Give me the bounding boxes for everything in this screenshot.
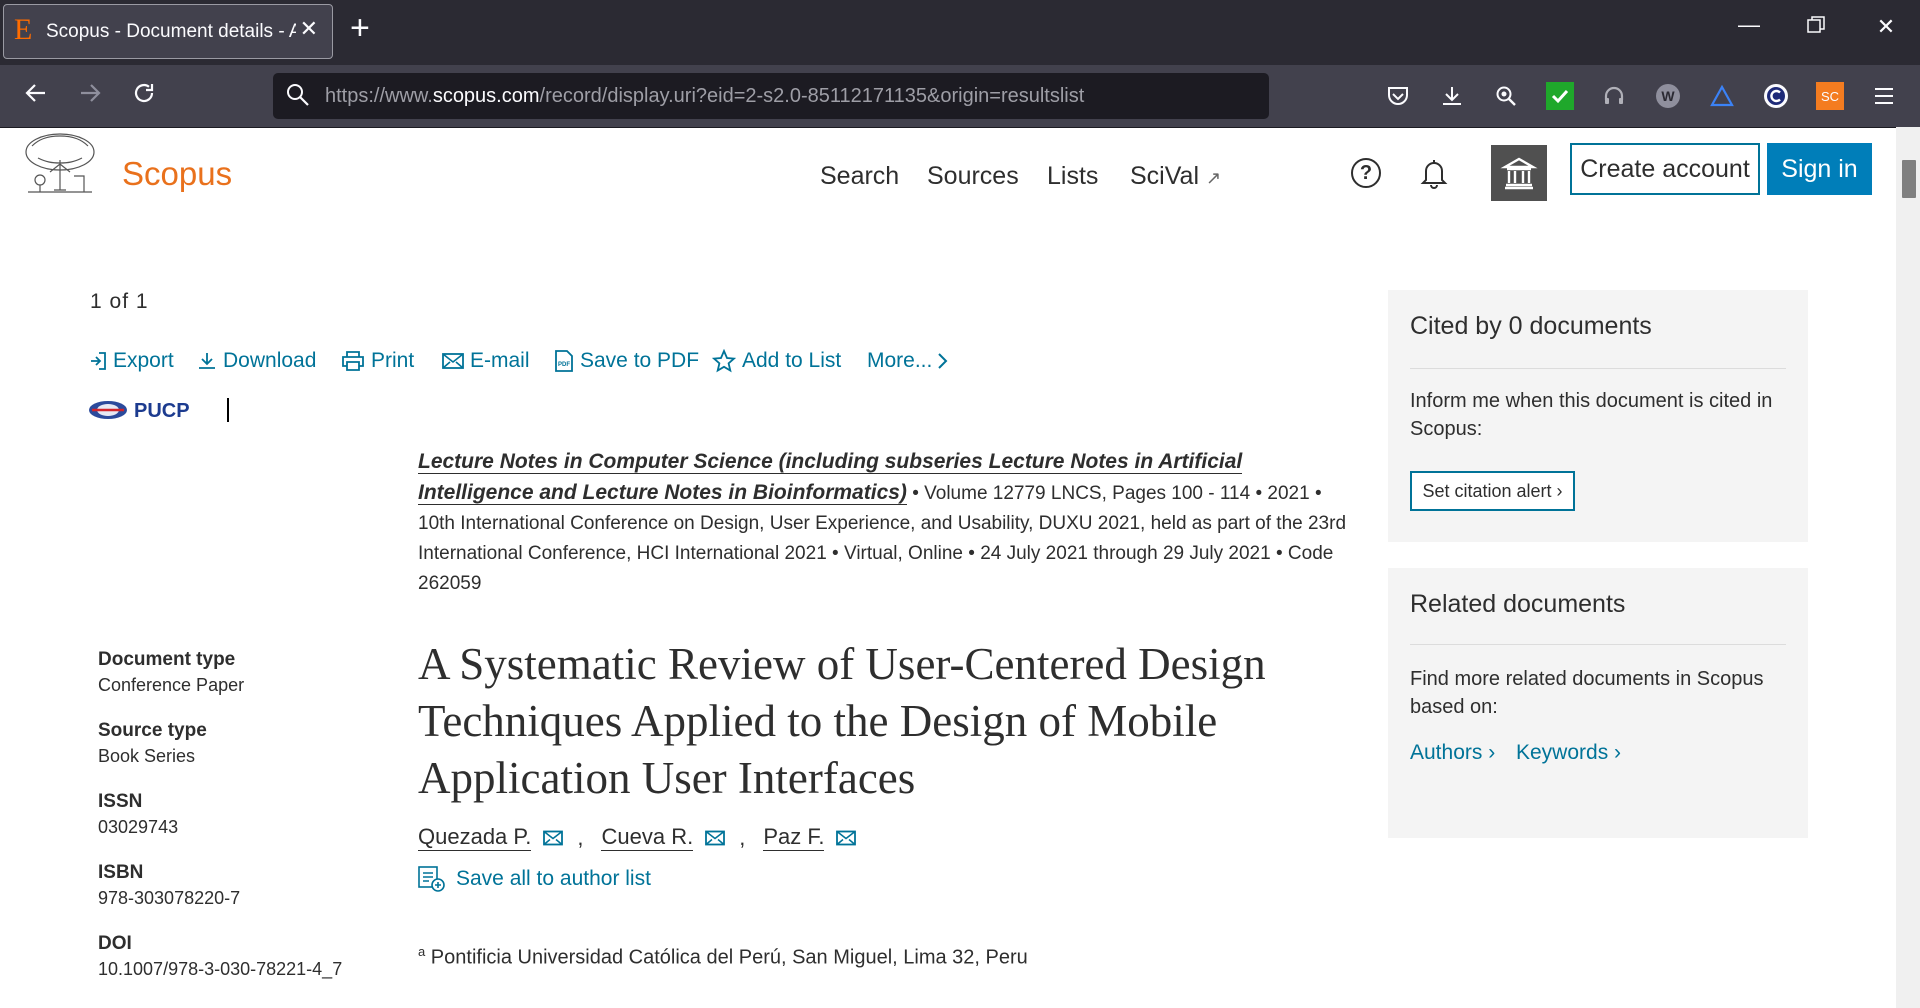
- cited-by-heading: Cited by 0 documents: [1410, 312, 1652, 340]
- metadata-source-type: Source type Book Series: [98, 720, 207, 766]
- author-link[interactable]: Cueva R.: [601, 824, 694, 851]
- scrollbar-thumb[interactable]: [1902, 160, 1916, 198]
- forward-icon[interactable]: [72, 81, 108, 110]
- zoom-icon[interactable]: [1492, 82, 1520, 110]
- active-tab[interactable]: E Scopus - Document details - A Systemat…: [3, 4, 333, 59]
- nav-scival[interactable]: SciVal ↗: [1130, 162, 1221, 191]
- back-icon[interactable]: [18, 81, 54, 110]
- nav-lists[interactable]: Lists: [1047, 162, 1098, 191]
- chevron-right-icon: ›: [1614, 741, 1622, 764]
- w-extension-icon[interactable]: W: [1654, 82, 1682, 110]
- metadata-issn: ISSN 03029743: [98, 791, 179, 837]
- divider: [1410, 644, 1786, 645]
- nav-scival-label: SciVal: [1130, 162, 1200, 190]
- affiliation-marker: a: [418, 944, 426, 959]
- related-text: Find more related documents in Scopus ba…: [1410, 668, 1764, 718]
- related-authors-link[interactable]: Authors ›: [1410, 741, 1495, 765]
- email-icon[interactable]: [705, 830, 726, 846]
- nav-search[interactable]: Search: [820, 162, 899, 191]
- metadata-doi: DOI 10.1007/978-3-030-78221-4_7: [98, 933, 343, 979]
- chevron-right-icon: [938, 353, 948, 369]
- close-window-icon[interactable]: ✕: [1866, 14, 1906, 40]
- related-heading: Related documents: [1410, 590, 1626, 618]
- author-link[interactable]: Paz F.: [763, 824, 825, 851]
- export-icon: [91, 352, 106, 370]
- headset-extension-icon[interactable]: [1600, 82, 1628, 110]
- email-icon[interactable]: [543, 830, 564, 846]
- more-button[interactable]: More...: [867, 349, 956, 373]
- download-button[interactable]: Download: [197, 349, 316, 373]
- document-title: A Systematic Review of User-Centered Des…: [418, 639, 1266, 803]
- menu-icon[interactable]: [1870, 82, 1898, 110]
- tab-bar: E Scopus - Document details - A Systemat…: [0, 0, 1920, 65]
- nav-sources[interactable]: Sources: [927, 162, 1019, 191]
- tab-title: Scopus - Document details - A Systematic…: [46, 21, 296, 42]
- metadata-document-type: Document type Conference Paper: [98, 649, 245, 695]
- author-list: Quezada P. , Cueva R. , Paz F.: [418, 824, 864, 851]
- create-account-button[interactable]: Create account: [1570, 143, 1760, 195]
- new-tab-button[interactable]: +: [350, 11, 370, 45]
- email-icon[interactable]: [836, 830, 857, 846]
- c-extension-icon[interactable]: [1762, 82, 1790, 110]
- institution-button[interactable]: [1491, 145, 1547, 201]
- author-list-icon: [418, 866, 445, 892]
- affiliation: a Pontificia Universidad Católica del Pe…: [418, 944, 1028, 970]
- triangle-extension-icon[interactable]: [1708, 82, 1736, 110]
- check-extension-icon[interactable]: [1546, 82, 1574, 110]
- print-icon: [342, 351, 364, 371]
- search-icon: [285, 82, 311, 113]
- set-citation-alert-button[interactable]: Set citation alert ›: [1410, 471, 1575, 511]
- print-button[interactable]: Print: [341, 349, 414, 373]
- save-all-authors-button[interactable]: Save all to author list: [418, 866, 651, 892]
- metadata-isbn: ISBN 978-303078220-7: [98, 862, 241, 908]
- close-tab-icon[interactable]: ✕: [300, 16, 318, 42]
- svg-text:PUCP: PUCP: [134, 400, 190, 422]
- pocket-icon[interactable]: [1384, 82, 1412, 110]
- page-scrollbar[interactable]: [1896, 127, 1920, 1008]
- elsevier-favicon-icon: E: [14, 13, 33, 46]
- export-button[interactable]: Export: [89, 349, 174, 373]
- svg-text:W: W: [1661, 88, 1675, 104]
- external-link-icon: ↗: [1205, 168, 1222, 188]
- cited-by-text: Inform me when this document is cited in…: [1410, 390, 1773, 440]
- institution-icon: [1500, 157, 1538, 190]
- reload-icon[interactable]: [126, 81, 162, 110]
- pdf-icon: PDF: [555, 350, 573, 372]
- affiliation-text: Pontificia Universidad Católica del Perú…: [430, 946, 1028, 969]
- sign-in-button[interactable]: Sign in: [1767, 143, 1872, 195]
- elsevier-tree-logo[interactable]: [20, 130, 100, 198]
- chevron-right-icon: ›: [1488, 741, 1496, 764]
- add-to-list-button[interactable]: Add to List: [712, 349, 841, 373]
- star-icon: [712, 349, 736, 373]
- result-counter: 1 of 1: [90, 290, 149, 313]
- save-to-pdf-button[interactable]: PDF Save to PDF: [554, 349, 699, 373]
- download-icon: [199, 353, 215, 369]
- minimize-icon[interactable]: —: [1729, 12, 1769, 38]
- sc-extension-icon[interactable]: SC: [1816, 82, 1844, 110]
- bell-icon[interactable]: [1417, 156, 1451, 195]
- scopus-brand[interactable]: Scopus: [122, 155, 232, 193]
- related-documents-panel: Related documents Find more related docu…: [1388, 568, 1808, 838]
- chevron-right-icon: ›: [1556, 481, 1563, 501]
- text-cursor: [227, 398, 229, 422]
- related-keywords-link[interactable]: Keywords ›: [1516, 741, 1621, 765]
- svg-text:PDF: PDF: [558, 362, 570, 368]
- author-link[interactable]: Quezada P.: [418, 824, 532, 851]
- restore-icon[interactable]: [1796, 14, 1836, 40]
- cited-by-panel: Cited by 0 documents Inform me when this…: [1388, 290, 1808, 542]
- download-icon[interactable]: [1438, 82, 1466, 110]
- url-bar[interactable]: https://www.scopus.com/record/display.ur…: [273, 73, 1269, 119]
- email-button[interactable]: E-mail: [442, 349, 530, 373]
- email-icon: [442, 353, 464, 369]
- conference-location: Virtual, Online: [843, 543, 963, 564]
- conference-dates: 24 July 2021 through 29 July 2021: [980, 543, 1271, 564]
- institution-logo: PUCP: [88, 398, 228, 427]
- volume-info: Volume 12779 LNCS, Pages 100 - 114: [924, 483, 1251, 504]
- divider: [1410, 368, 1786, 369]
- url-text: https://www.scopus.com/record/display.ur…: [325, 85, 1085, 107]
- navigation-bar: https://www.scopus.com/record/display.ur…: [0, 65, 1920, 128]
- help-icon[interactable]: ?: [1351, 158, 1381, 188]
- source-info: Lecture Notes in Computer Science (inclu…: [418, 450, 1347, 594]
- year: 2021: [1267, 483, 1310, 504]
